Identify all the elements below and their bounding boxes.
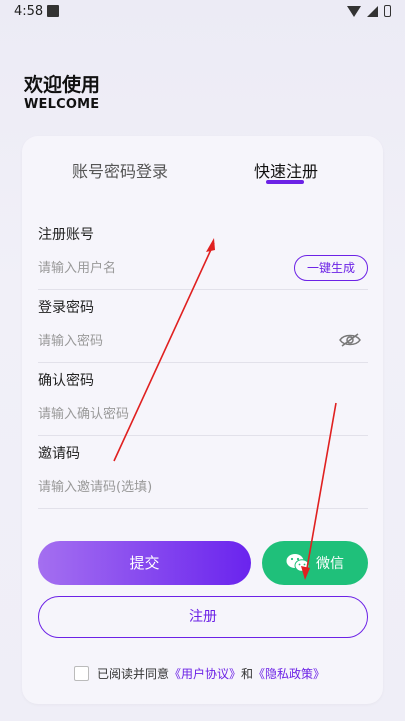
tab-password-login[interactable]: 账号密码登录: [72, 158, 168, 182]
divider: [38, 508, 368, 509]
battery-icon: [384, 5, 391, 17]
generate-account-button[interactable]: 一键生成: [294, 255, 368, 281]
agreement-row: 已阅读并同意 《用户协议》 和 《隐私政策》: [74, 665, 325, 682]
tab-active-indicator: [266, 180, 304, 184]
account-input[interactable]: [38, 257, 288, 279]
account-label: 注册账号: [38, 227, 94, 243]
status-icons: [347, 5, 391, 17]
signal-icon: [367, 5, 378, 17]
confirm-password-label: 确认密码: [38, 373, 94, 389]
password-input[interactable]: [38, 330, 318, 352]
wifi-icon: [347, 5, 361, 17]
tab-quick-register[interactable]: 快速注册: [254, 158, 318, 182]
user-agreement-link[interactable]: 《用户协议》: [169, 665, 241, 682]
eye-off-icon[interactable]: [339, 332, 361, 348]
agreement-prefix: 已阅读并同意: [97, 667, 170, 681]
agreement-checkbox[interactable]: [74, 666, 89, 681]
notification-icon: [47, 5, 59, 17]
page-subtitle: WELCOME: [24, 97, 100, 112]
wechat-icon: [286, 554, 310, 572]
privacy-policy-link[interactable]: 《隐私政策》: [253, 665, 325, 682]
register-button[interactable]: 注册: [38, 596, 368, 638]
submit-button[interactable]: 提交: [38, 541, 251, 585]
status-time: 4:58: [14, 4, 44, 19]
divider: [38, 289, 368, 290]
agreement-and: 和: [241, 667, 254, 681]
password-label: 登录密码: [38, 300, 94, 316]
register-card: 账号密码登录 快速注册 注册账号 一键生成 登录密码 确认密码 邀请码 提交 微…: [22, 136, 383, 704]
wechat-label: 微信: [316, 556, 344, 572]
confirm-password-input[interactable]: [38, 403, 368, 425]
status-bar: 4:58: [0, 0, 405, 24]
divider: [38, 362, 368, 363]
page-title: 欢迎使用: [24, 74, 101, 96]
invite-code-label: 邀请码: [38, 446, 80, 462]
wechat-login-button[interactable]: 微信: [262, 541, 368, 585]
divider: [38, 435, 368, 436]
invite-code-input[interactable]: [38, 476, 368, 498]
